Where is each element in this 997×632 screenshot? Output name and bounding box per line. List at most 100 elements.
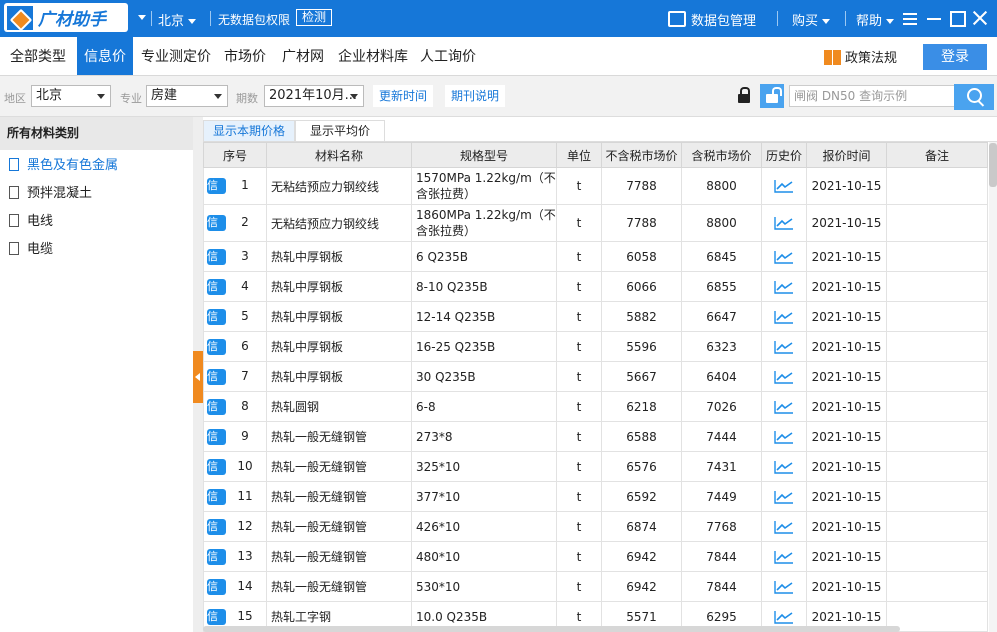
horizontal-scrollbar[interactable] [203, 626, 900, 632]
sidebar-item-concrete[interactable]: 预拌混凝土 [0, 180, 193, 208]
menu-icon[interactable] [900, 8, 920, 28]
update-time-button[interactable]: 更新时间 [373, 85, 434, 107]
table-row[interactable]: 信 1 无粘结预应力钢绞线 1570MPa 1.22kg/m（不含张拉费） t 7788 8… [203, 167, 988, 205]
trend-chart-icon[interactable] [774, 400, 794, 414]
tab-info-price[interactable]: 信息价 [77, 37, 133, 75]
tab-all-types[interactable]: 全部类型 [0, 37, 76, 75]
logo-dropdown[interactable] [134, 10, 146, 25]
info-badge[interactable]: 信 [207, 578, 226, 595]
table-row[interactable]: 信 13 热轧一般无缝钢管 480*10 t 6942 7844 2021-10-15 [203, 541, 988, 572]
lock-icon[interactable] [732, 84, 756, 108]
cell-no: 信 10 [203, 451, 267, 482]
table-row[interactable]: 信 2 无粘结预应力钢绞线 1860MPa 1.22kg/m（不含张拉费） t 7788 8… [203, 204, 988, 242]
trend-chart-icon[interactable] [774, 520, 794, 534]
help-menu[interactable]: 帮助 [856, 10, 895, 29]
col-header-no[interactable]: 序号 [203, 142, 267, 168]
table-row[interactable]: 信 5 热轧中厚钢板 12-14 Q235B t 5882 6647 2021-10-15 [203, 301, 988, 332]
info-badge[interactable]: 信 [207, 308, 226, 325]
table-row[interactable]: 信 14 热轧一般无缝钢管 530*10 t 6942 7844 2021-10-15 [203, 571, 988, 602]
sidebar-item-cable[interactable]: 电缆 [0, 236, 193, 264]
trend-chart-icon[interactable] [774, 216, 794, 230]
table-row[interactable]: 信 6 热轧中厚钢板 16-25 Q235B t 5596 6323 2021-10-15 [203, 331, 988, 362]
unlock-icon[interactable] [760, 84, 784, 108]
info-badge[interactable]: 信 [207, 518, 226, 535]
table-row[interactable]: 信 12 热轧一般无缝钢管 426*10 t 6874 7768 2021-10-15 [203, 511, 988, 542]
col-header-history[interactable]: 历史价 [761, 142, 807, 168]
cell-date: 2021-10-15 [806, 271, 887, 302]
cell-unit: t [556, 391, 602, 422]
trend-chart-icon[interactable] [774, 550, 794, 564]
chevron-down-icon [138, 15, 146, 20]
city-selector[interactable]: 北京 [158, 10, 197, 29]
vertical-scrollbar[interactable] [989, 142, 997, 632]
city-label: 北京 [158, 14, 185, 29]
region-select[interactable]: 北京 [31, 85, 111, 107]
search-icon[interactable] [954, 84, 994, 110]
table-row[interactable]: 信 10 热轧一般无缝钢管 325*10 t 6576 7431 2021-10-15 [203, 451, 988, 482]
trend-chart-icon[interactable] [774, 370, 794, 384]
cell-price-inc-tax: 8800 [681, 167, 762, 205]
col-header-price-ex-tax[interactable]: 不含税市场价 [601, 142, 682, 168]
trend-chart-icon[interactable] [774, 340, 794, 354]
col-header-price-inc-tax[interactable]: 含税市场价 [681, 142, 762, 168]
info-badge[interactable]: 信 [207, 215, 226, 231]
tab-market-price[interactable]: 市场价 [224, 37, 266, 75]
tab-current-price[interactable]: 显示本期价格 [203, 120, 295, 141]
collapse-sidebar-button[interactable] [193, 351, 203, 403]
info-badge[interactable]: 信 [207, 608, 226, 625]
trend-chart-icon[interactable] [774, 250, 794, 264]
info-badge[interactable]: 信 [207, 428, 226, 445]
sidebar-item-metal[interactable]: 黑色及有色金属 [0, 152, 193, 180]
minimize-icon[interactable] [924, 8, 944, 28]
info-badge[interactable]: 信 [207, 488, 226, 505]
maximize-icon[interactable] [948, 8, 968, 28]
tab-guangcai-web[interactable]: 广材网 [282, 37, 324, 75]
close-icon[interactable] [970, 8, 990, 28]
col-header-spec[interactable]: 规格型号 [411, 142, 557, 168]
info-badge[interactable]: 信 [207, 178, 226, 194]
search-input[interactable]: 闸阀 DN50 查询示例 [789, 85, 955, 107]
trend-chart-icon[interactable] [774, 280, 794, 294]
info-badge[interactable]: 信 [207, 548, 226, 565]
table-row[interactable]: 信 8 热轧圆钢 6-8 t 6218 7026 2021-10-15 [203, 391, 988, 422]
trend-chart-icon[interactable] [774, 580, 794, 594]
info-badge[interactable]: 信 [207, 278, 226, 295]
table-row[interactable]: 信 3 热轧中厚钢板 6 Q235B t 6058 6845 2021-10-15 [203, 241, 988, 272]
table-row[interactable]: 信 9 热轧一般无缝钢管 273*8 t 6588 7444 2021-10-15 [203, 421, 988, 452]
tab-professional-price[interactable]: 专业测定价 [141, 37, 211, 75]
col-header-date[interactable]: 报价时间 [806, 142, 887, 168]
tab-manual-inquiry[interactable]: 人工询价 [420, 37, 476, 75]
info-badge[interactable]: 信 [207, 338, 226, 355]
col-header-note[interactable]: 备注 [886, 142, 988, 168]
tab-average-price[interactable]: 显示平均价 [295, 120, 385, 141]
major-select[interactable]: 房建 [146, 85, 228, 107]
cell-history [761, 331, 807, 362]
policy-link[interactable]: 政策法规 [824, 47, 897, 66]
col-header-unit[interactable]: 单位 [556, 142, 602, 168]
trend-chart-icon[interactable] [774, 179, 794, 193]
trend-chart-icon[interactable] [774, 490, 794, 504]
trend-chart-icon[interactable] [774, 610, 794, 624]
tab-enterprise-library[interactable]: 企业材料库 [338, 37, 408, 75]
cell-no: 信4 [203, 271, 267, 302]
region-label: 地区 [4, 92, 26, 105]
trend-chart-icon[interactable] [774, 310, 794, 324]
period-select[interactable]: 2021年10月... [264, 85, 364, 107]
info-badge[interactable]: 信 [207, 398, 226, 415]
period-description-button[interactable]: 期刊说明 [445, 85, 506, 107]
col-header-name[interactable]: 材料名称 [266, 142, 412, 168]
buy-menu[interactable]: 购买 [792, 10, 831, 29]
sidebar-item-wire[interactable]: 电线 [0, 208, 193, 236]
table-row[interactable]: 信 7 热轧中厚钢板 30 Q235B t 5667 6404 2021-10-15 [203, 361, 988, 392]
login-button[interactable]: 登录 [923, 44, 987, 70]
info-badge[interactable]: 信 [207, 458, 226, 475]
package-manage-button[interactable]: 数据包管理 [668, 10, 756, 29]
trend-chart-icon[interactable] [774, 460, 794, 474]
info-badge[interactable]: 信 [207, 368, 226, 385]
check-button[interactable]: 检测 [296, 9, 333, 26]
table-row[interactable]: 信 11 热轧一般无缝钢管 377*10 t 6592 7449 2021-10-15 [203, 481, 988, 512]
info-badge[interactable]: 信 [207, 248, 226, 265]
table-row[interactable]: 信 4 热轧中厚钢板 8-10 Q235B t 6066 6855 2021-10-15 [203, 271, 988, 302]
trend-chart-icon[interactable] [774, 430, 794, 444]
vertical-scrollbar-thumb[interactable] [989, 143, 997, 187]
